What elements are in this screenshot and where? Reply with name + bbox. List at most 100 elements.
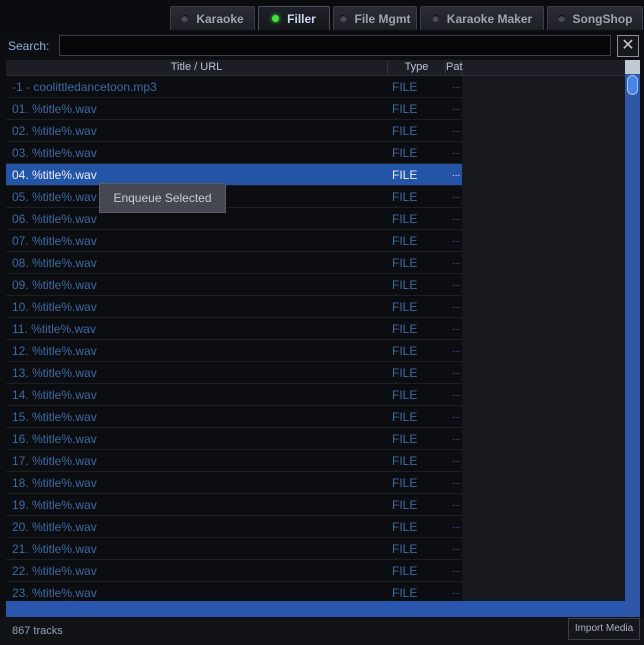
table-row[interactable]: 08. %title%.wav FILE...	[6, 252, 462, 274]
track-type: FILE	[392, 256, 418, 270]
search-bar: Search: ✕	[0, 34, 644, 60]
track-path: ...	[452, 344, 461, 355]
track-type: FILE	[392, 278, 418, 292]
track-path: ...	[452, 212, 461, 223]
track-type: FILE	[392, 322, 418, 336]
scroll-corner	[625, 60, 640, 74]
column-header-path[interactable]: Pat	[446, 60, 463, 75]
track-type: FILE	[392, 168, 418, 182]
search-input[interactable]	[59, 35, 611, 56]
track-type: FILE	[392, 344, 418, 358]
table-header: Title / URL Type Pat	[6, 60, 625, 76]
tab-karaoke-maker[interactable]: Karaoke Maker	[420, 6, 544, 30]
close-icon: ✕	[621, 37, 635, 54]
track-path: ...	[452, 168, 461, 179]
track-type: FILE	[392, 520, 418, 534]
table-row[interactable]: 16. %title%.wav FILE...	[6, 428, 462, 450]
tab-karaoke[interactable]: Karaoke	[170, 6, 255, 30]
table-row[interactable]: 11. %title%.wav FILE...	[6, 318, 462, 340]
clear-search-button[interactable]: ✕	[617, 35, 639, 57]
table-row[interactable]: 13. %title%.wav FILE...	[6, 362, 462, 384]
track-type: FILE	[392, 190, 418, 204]
track-type: FILE	[392, 432, 418, 446]
table-row[interactable]: 20. %title%.wav FILE...	[6, 516, 462, 538]
track-type: FILE	[392, 454, 418, 468]
table-empty-area	[462, 76, 625, 617]
track-path: ...	[452, 102, 461, 113]
import-media-button[interactable]: Import Media	[568, 618, 640, 640]
table-row[interactable]: 21. %title%.wav FILE...	[6, 538, 462, 560]
table-row[interactable]: 22. %title%.wav FILE...	[6, 560, 462, 582]
table-row[interactable]: 04. %title%.wav FILE...	[6, 164, 462, 186]
table-row[interactable]: 03. %title%.wav FILE...	[6, 142, 462, 164]
track-title: 11. %title%.wav	[12, 322, 96, 336]
track-path: ...	[452, 80, 461, 91]
track-title: 22. %title%.wav	[12, 564, 97, 578]
status-dot-icon	[557, 15, 565, 22]
track-type: FILE	[392, 476, 418, 490]
track-path: ...	[452, 520, 461, 531]
track-title: 12. %title%.wav	[12, 344, 97, 358]
track-path: ...	[452, 278, 461, 289]
track-type: FILE	[392, 564, 418, 578]
scrollbar-thumb[interactable]	[627, 75, 638, 95]
track-type: FILE	[392, 212, 418, 226]
column-header-type[interactable]: Type	[388, 60, 446, 75]
track-type: FILE	[392, 542, 418, 556]
table-row[interactable]: -1 - coolittledancetoon.mp3 FILE...	[6, 76, 462, 98]
track-type: FILE	[392, 102, 418, 116]
track-table: Title / URL Type Pat -1 - coolittledance…	[6, 60, 625, 617]
track-path: ...	[452, 564, 461, 575]
track-type: FILE	[392, 366, 418, 380]
track-title: 13. %title%.wav	[12, 366, 97, 380]
track-path: ...	[452, 322, 461, 333]
tab-label: Karaoke Maker	[446, 11, 533, 26]
table-row[interactable]: 10. %title%.wav FILE...	[6, 296, 462, 318]
track-path: ...	[452, 124, 461, 135]
table-row[interactable]: 15. %title%.wav FILE...	[6, 406, 462, 428]
track-path: ...	[452, 300, 461, 311]
table-row[interactable]: 09. %title%.wav FILE...	[6, 274, 462, 296]
tab-bar: Karaoke Filler File Mgmt Karaoke Maker S…	[0, 0, 644, 34]
track-title: 10. %title%.wav	[12, 300, 97, 314]
table-row[interactable]: 02. %title%.wav FILE...	[6, 120, 462, 142]
table-row[interactable]: 18. %title%.wav FILE...	[6, 472, 462, 494]
tab-label: Karaoke	[196, 11, 244, 26]
track-title: 05. %title%.wav	[12, 190, 97, 204]
track-type: FILE	[392, 80, 418, 94]
track-title: 01. %title%.wav	[12, 102, 97, 116]
table-row[interactable]: 05. %title%.wav FILE...	[6, 186, 462, 208]
status-dot-icon	[272, 15, 280, 22]
column-header-title[interactable]: Title / URL	[6, 60, 388, 75]
track-title: 02. %title%.wav	[12, 124, 97, 138]
track-path: ...	[452, 586, 461, 597]
tab-label: Filler	[287, 11, 316, 26]
track-type: FILE	[392, 498, 418, 512]
table-row[interactable]: 01. %title%.wav FILE...	[6, 98, 462, 120]
table-row[interactable]: 12. %title%.wav FILE...	[6, 340, 462, 362]
horizontal-scrollbar[interactable]	[6, 601, 625, 617]
track-count: 867 tracks	[12, 625, 63, 637]
table-row[interactable]: 07. %title%.wav FILE...	[6, 230, 462, 252]
track-type: FILE	[392, 300, 418, 314]
track-type: FILE	[392, 146, 418, 160]
table-row[interactable]: 14. %title%.wav FILE...	[6, 384, 462, 406]
track-title: 18. %title%.wav	[12, 476, 97, 490]
tab-label: File Mgmt	[354, 11, 411, 26]
track-title: 09. %title%.wav	[12, 278, 97, 292]
track-type: FILE	[392, 124, 418, 138]
status-dot-icon	[181, 15, 189, 22]
table-row[interactable]: 17. %title%.wav FILE...	[6, 450, 462, 472]
track-path: ...	[452, 432, 461, 443]
tab-filler[interactable]: Filler	[258, 6, 330, 30]
track-title: 03. %title%.wav	[12, 146, 97, 160]
track-type: FILE	[392, 586, 418, 600]
track-path: ...	[452, 190, 461, 201]
context-menu-item-enqueue-selected[interactable]: Enqueue Selected	[100, 184, 225, 212]
table-row[interactable]: 19. %title%.wav FILE...	[6, 494, 462, 516]
vertical-scrollbar[interactable]	[625, 60, 640, 617]
table-row[interactable]: 06. %title%.wav FILE...	[6, 208, 462, 230]
status-dot-icon	[339, 15, 347, 22]
tab-file-mgmt[interactable]: File Mgmt	[333, 6, 417, 30]
tab-songshop[interactable]: SongShop	[547, 6, 643, 30]
